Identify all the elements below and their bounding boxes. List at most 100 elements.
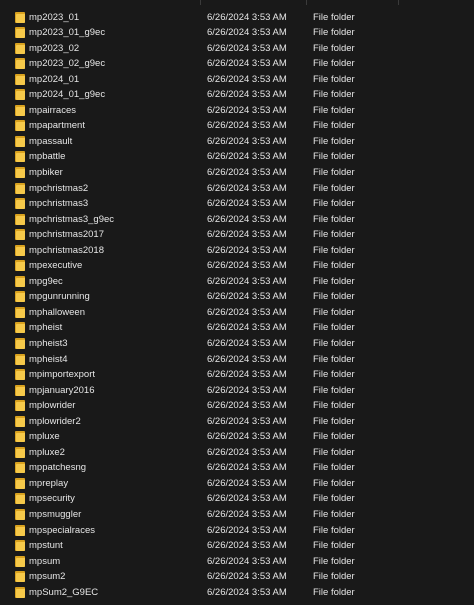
folder-icon xyxy=(15,384,25,396)
file-row[interactable]: mpbattle 6/26/2024 3:53 AM File folder xyxy=(0,149,474,165)
folder-icon xyxy=(15,431,25,443)
file-row[interactable]: mpimportexport 6/26/2024 3:53 AM File fold… xyxy=(0,367,474,383)
file-name: mpg9ec xyxy=(29,275,63,287)
file-type: File folder xyxy=(313,244,355,256)
file-row[interactable]: mpchristmas2017 6/26/2024 3:53 AM File fol… xyxy=(0,227,474,243)
file-type: File folder xyxy=(313,524,355,536)
folder-icon xyxy=(15,540,25,552)
file-type: File folder xyxy=(313,462,355,474)
file-type: File folder xyxy=(313,42,355,54)
folder-icon xyxy=(15,369,25,381)
file-row[interactable]: mpchristmas2018 6/26/2024 3:53 AM File fol… xyxy=(0,243,474,259)
file-name: mppatchesng xyxy=(29,462,87,474)
file-name: mpchristmas2 xyxy=(29,182,89,194)
file-row[interactable]: mpchristmas3_g9ec 6/26/2024 3:53 AM File f… xyxy=(0,212,474,228)
file-row[interactable]: mpassault 6/26/2024 3:53 AM File folder xyxy=(0,134,474,150)
folder-icon xyxy=(15,337,25,349)
file-name: mpchristmas2018 xyxy=(29,244,104,256)
file-type: File folder xyxy=(313,477,355,489)
folder-icon xyxy=(15,58,25,70)
file-name: mpsum xyxy=(29,555,61,567)
file-row[interactable]: mp2024_01 6/26/2024 3:53 AM File folder xyxy=(0,72,474,88)
file-type: File folder xyxy=(313,58,355,70)
file-row[interactable]: mpsum 6/26/2024 3:53 AM File folder xyxy=(0,554,474,570)
file-row[interactable]: mpsecurity 6/26/2024 3:53 AM File folder xyxy=(0,491,474,507)
file-date-modified: 6/26/2024 3:53 AM xyxy=(207,11,287,23)
folder-icon xyxy=(15,104,25,116)
folder-icon xyxy=(15,182,25,194)
file-row[interactable]: mp2023_01_g9ec 6/26/2024 3:53 AM File fold… xyxy=(0,25,474,41)
file-type: File folder xyxy=(313,446,355,458)
file-row[interactable]: mpg9ec 6/26/2024 3:53 AM File folder xyxy=(0,274,474,290)
file-name: mpairraces xyxy=(29,104,76,116)
file-type: File folder xyxy=(313,509,355,520)
file-row[interactable]: mpexecutive 6/26/2024 3:53 AM File folder xyxy=(0,258,474,274)
file-row[interactable]: mpstunt 6/26/2024 3:53 AM File folder xyxy=(0,538,474,554)
file-row[interactable]: mpluxe2 6/26/2024 3:53 AM File folder xyxy=(0,445,474,461)
file-date-modified: 6/26/2024 3:53 AM xyxy=(207,120,287,132)
file-type: File folder xyxy=(313,275,355,287)
file-row[interactable]: mp2024_01_g9ec 6/26/2024 3:53 AM File fold… xyxy=(0,87,474,103)
file-row[interactable]: mp2023_02_g9ec 6/26/2024 3:53 AM File fold… xyxy=(0,56,474,72)
file-name: mpspecialraces xyxy=(29,524,95,536)
file-date-modified: 6/26/2024 3:53 AM xyxy=(207,260,287,272)
file-row[interactable]: mpgunrunning 6/26/2024 3:53 AM File folder xyxy=(0,289,474,305)
file-row[interactable]: mpchristmas3 6/26/2024 3:53 AM File folder xyxy=(0,196,474,212)
file-type: File folder xyxy=(313,198,355,210)
file-type: File folder xyxy=(313,104,355,116)
file-row[interactable]: mpchristmas2 6/26/2024 3:53 AM File folder xyxy=(0,181,474,197)
file-row[interactable]: mpluxe 6/26/2024 3:53 AM File folder xyxy=(0,429,474,445)
file-date-modified: 6/26/2024 3:53 AM xyxy=(207,213,287,225)
file-date-modified: 6/26/2024 3:53 AM xyxy=(207,571,287,583)
file-row[interactable]: mpheist 6/26/2024 3:53 AM File folder xyxy=(0,320,474,336)
file-row[interactable]: mplowrider 6/26/2024 3:53 AM File folder xyxy=(0,398,474,414)
file-row[interactable]: mp2023_02 6/26/2024 3:53 AM File folder xyxy=(0,41,474,57)
file-row[interactable]: mpheist3 6/26/2024 3:53 AM File folder xyxy=(0,336,474,352)
file-date-modified: 6/26/2024 3:53 AM xyxy=(207,151,287,163)
file-row[interactable]: mppatchesng 6/26/2024 3:53 AM File folder xyxy=(0,460,474,476)
file-type: File folder xyxy=(313,493,355,505)
file-row[interactable]: mpbiker 6/26/2024 3:53 AM File folder xyxy=(0,165,474,181)
file-type: File folder xyxy=(313,120,355,132)
file-row[interactable]: mpairraces 6/26/2024 3:53 AM File folder xyxy=(0,103,474,119)
file-type: File folder xyxy=(313,555,355,567)
file-row[interactable]: mpsmuggler 6/26/2024 3:53 AM File folder xyxy=(0,507,474,523)
file-date-modified: 6/26/2024 3:53 AM xyxy=(207,384,287,396)
file-name: mpapartment xyxy=(29,120,85,132)
file-row[interactable]: mpSum2_G9EC 6/26/2024 3:53 AM File folder xyxy=(0,585,474,601)
file-row[interactable]: mplowrider2 6/26/2024 3:53 AM File folder xyxy=(0,414,474,430)
file-date-modified: 6/26/2024 3:53 AM xyxy=(207,306,287,318)
folder-icon xyxy=(15,260,25,272)
folder-icon xyxy=(15,353,25,365)
file-date-modified: 6/26/2024 3:53 AM xyxy=(207,353,287,365)
file-type: File folder xyxy=(313,369,355,381)
column-divider[interactable] xyxy=(398,0,399,5)
file-type: File folder xyxy=(313,135,355,147)
file-name: mpassault xyxy=(29,135,73,147)
column-divider[interactable] xyxy=(200,0,201,5)
file-type: File folder xyxy=(313,400,355,412)
file-row[interactable]: mpheist4 6/26/2024 3:53 AM File folder xyxy=(0,352,474,368)
file-name: mpchristmas2017 xyxy=(29,229,104,241)
file-name: mpsum2 xyxy=(29,571,66,583)
file-date-modified: 6/26/2024 3:53 AM xyxy=(207,431,287,443)
folder-icon xyxy=(15,509,25,520)
file-name: mplowrider xyxy=(29,400,76,412)
file-row[interactable]: mphalloween 6/26/2024 3:53 AM File folder xyxy=(0,305,474,321)
folder-icon xyxy=(15,27,25,39)
folder-icon xyxy=(15,415,25,427)
file-date-modified: 6/26/2024 3:53 AM xyxy=(207,555,287,567)
file-type: File folder xyxy=(313,27,355,39)
file-name: mpbattle xyxy=(29,151,66,163)
file-row[interactable]: mpreplay 6/26/2024 3:53 AM File folder xyxy=(0,476,474,492)
folder-icon xyxy=(15,524,25,536)
column-divider[interactable] xyxy=(306,0,307,5)
file-row[interactable]: mpjanuary2016 6/26/2024 3:53 AM File folde… xyxy=(0,383,474,399)
file-date-modified: 6/26/2024 3:53 AM xyxy=(207,337,287,349)
folder-icon xyxy=(15,11,25,23)
file-row[interactable]: mpspecialraces 6/26/2024 3:53 AM File fold… xyxy=(0,523,474,539)
file-row[interactable]: mpsum2 6/26/2024 3:53 AM File folder xyxy=(0,569,474,585)
file-name: mp2023_02_g9ec xyxy=(29,58,106,70)
file-row[interactable]: mp2023_01 6/26/2024 3:53 AM File folder xyxy=(0,10,474,26)
file-row[interactable]: mpapartment 6/26/2024 3:53 AM File folder xyxy=(0,118,474,134)
